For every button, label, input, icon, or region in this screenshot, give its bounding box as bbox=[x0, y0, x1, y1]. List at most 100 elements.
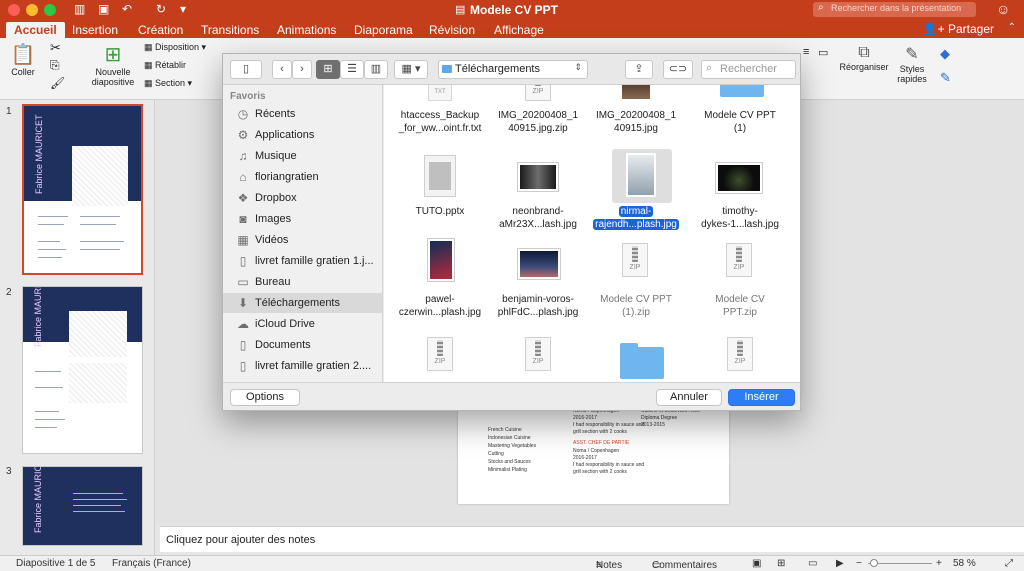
slide-page-preview[interactable]: French Cuisine Indonesian Cuisine Master… bbox=[458, 405, 729, 504]
dialog-search-input[interactable]: ⌕ Rechercher bbox=[701, 60, 796, 79]
arrange-button[interactable]: ⧉ Réorganiser bbox=[838, 44, 890, 72]
format-painter-icon[interactable]: 🖌 bbox=[50, 76, 65, 90]
slideshow-icon[interactable]: ▶ bbox=[836, 558, 844, 569]
file-item[interactable]: benjamin-voros- phlFdC...plash.jpg bbox=[488, 237, 588, 318]
share-icon: ⇪ bbox=[634, 63, 644, 75]
file-item[interactable]: ZIP Modele CV PPT.zip bbox=[690, 237, 790, 318]
slide-sorter-icon[interactable]: ⊞ bbox=[777, 558, 785, 569]
zoom-window-button[interactable] bbox=[44, 4, 56, 16]
file-item[interactable] bbox=[586, 335, 686, 381]
download-icon: ⬇ bbox=[237, 296, 249, 310]
column-view-button[interactable]: ▥ bbox=[364, 60, 388, 79]
tab-insertion[interactable]: Insertion bbox=[64, 22, 126, 38]
normal-view-icon[interactable]: ▣ bbox=[752, 558, 761, 569]
zip-file-icon: ZIP bbox=[525, 85, 551, 101]
sidebar-item-music[interactable]: ♫ Musique bbox=[223, 146, 382, 166]
options-button[interactable]: Options bbox=[230, 389, 300, 406]
reading-view-icon[interactable]: ▭ bbox=[808, 558, 817, 569]
sidebar-item-documents[interactable]: ▯ Documents bbox=[223, 335, 382, 355]
sidebar-item-images[interactable]: ◙ Images bbox=[223, 209, 382, 229]
sidebar-item-applications[interactable]: ⚙ Applications bbox=[223, 125, 382, 145]
collapse-ribbon-icon[interactable]: ⌃ bbox=[1008, 22, 1016, 33]
file-item[interactable]: IMG_20200408_1 40915.jpg bbox=[586, 85, 686, 135]
group-by-button[interactable]: ▦ ▾ bbox=[394, 60, 428, 79]
back-button[interactable]: ‹ bbox=[272, 60, 292, 79]
file-item[interactable]: Modele CV PPT (1) bbox=[690, 85, 790, 135]
insert-button[interactable]: Insérer bbox=[728, 389, 795, 406]
share-button[interactable]: 👤+ Partager bbox=[923, 22, 994, 36]
reset-button[interactable]: ▦ Rétablir bbox=[144, 60, 186, 71]
new-slide-button[interactable]: ⊞ Nouvelle diapositive bbox=[88, 42, 138, 87]
forward-button[interactable]: › bbox=[292, 60, 312, 79]
file-item[interactable]: neonbrand- aMr23X...lash.jpg bbox=[488, 149, 588, 230]
zip-badge: ZIP bbox=[733, 264, 745, 271]
sidebar-toggle-button[interactable]: ▯ bbox=[230, 60, 262, 79]
sidebar-item-dropbox[interactable]: ❖ Dropbox bbox=[223, 188, 382, 208]
list-view-button[interactable]: ☰ bbox=[340, 60, 364, 79]
text-box-icon[interactable]: ▭ bbox=[818, 46, 828, 59]
tab-accueil[interactable]: Accueil bbox=[6, 22, 65, 38]
tab-affichage[interactable]: Affichage bbox=[486, 22, 552, 38]
paste-button[interactable]: 📋 Coller bbox=[6, 42, 40, 77]
slide-thumbnail-2[interactable]: Fabrice MAURICET bbox=[22, 286, 143, 454]
cut-icon[interactable]: ✂ bbox=[50, 40, 61, 56]
close-window-button[interactable] bbox=[8, 4, 20, 16]
presentation-search-input[interactable]: ⌕ Rechercher dans la présentation bbox=[813, 2, 976, 17]
redo-icon[interactable]: ↻ bbox=[156, 2, 166, 16]
align-icon[interactable]: ≡ bbox=[803, 46, 809, 58]
fit-to-window-icon[interactable]: ⤢ bbox=[1005, 558, 1013, 569]
file-item[interactable]: TUTO.pptx bbox=[390, 149, 490, 229]
feedback-smiley-icon[interactable]: ☺ bbox=[996, 1, 1010, 17]
copy-icon[interactable]: ⎘ bbox=[50, 58, 60, 73]
tab-diaporama[interactable]: Diaporama bbox=[346, 22, 421, 38]
slide-thumbnail-3[interactable]: Fabrice MAURICET bbox=[22, 466, 143, 546]
tab-revision[interactable]: Révision bbox=[421, 22, 483, 38]
tab-animations[interactable]: Animations bbox=[269, 22, 344, 38]
tab-creation[interactable]: Création bbox=[130, 22, 191, 38]
sidebar-item-livret-1[interactable]: ▯ livret famille gratien 1.j... bbox=[223, 251, 382, 271]
zoom-slider-thumb[interactable] bbox=[870, 559, 878, 567]
sidebar-toggle-icon[interactable]: ▥ bbox=[74, 2, 85, 16]
notes-pane[interactable]: Cliquez pour ajouter des notes bbox=[160, 526, 1024, 552]
language-indicator[interactable]: Français (France) bbox=[112, 558, 191, 569]
file-item[interactable]: TXT htaccess_Backup _for_ww...oint.fr.tx… bbox=[390, 85, 490, 135]
file-item[interactable]: ZIP bbox=[390, 335, 490, 381]
tags-button[interactable]: ⊂⊃ bbox=[663, 60, 693, 79]
file-item[interactable]: ZIP bbox=[690, 335, 790, 381]
slide-thumbnail-1[interactable]: Fabrice MAURICET bbox=[22, 104, 143, 275]
section-button[interactable]: ▦ Section ▾ bbox=[144, 78, 192, 89]
location-dropdown[interactable]: Téléchargements ⇕ bbox=[438, 60, 588, 79]
tab-transitions[interactable]: Transitions bbox=[193, 22, 267, 38]
share-button[interactable]: ⇪ bbox=[625, 60, 653, 79]
file-item[interactable]: timothy- dykes-1...lash.jpg bbox=[690, 149, 790, 230]
sidebar-item-icloud[interactable]: ☁ iCloud Drive bbox=[223, 314, 382, 334]
text-line bbox=[73, 493, 123, 494]
shape-fill-icon[interactable]: ◆ bbox=[940, 46, 950, 62]
document-icon: ▯ bbox=[239, 338, 247, 352]
folder-icon bbox=[442, 65, 452, 73]
quick-styles-button[interactable]: ✎ Styles rapides bbox=[892, 44, 932, 84]
shape-outline-icon[interactable]: ✎ bbox=[940, 70, 951, 86]
file-item-selected[interactable]: nirmal- rajendh...plash.jpg bbox=[586, 149, 686, 230]
icon-view-button[interactable]: ⊞ bbox=[316, 60, 340, 79]
file-item[interactable]: ZIP bbox=[488, 335, 588, 381]
film-icon: ▦ bbox=[237, 233, 249, 247]
minimize-window-button[interactable] bbox=[26, 4, 38, 16]
zoom-out-icon[interactable]: − bbox=[856, 558, 862, 569]
undo-icon[interactable]: ↶ bbox=[122, 2, 132, 16]
sidebar-item-label: Téléchargements bbox=[255, 297, 340, 309]
sidebar-item-videos[interactable]: ▦ Vidéos bbox=[223, 230, 382, 250]
layout-button[interactable]: ▦ Disposition ▾ bbox=[144, 42, 206, 53]
sidebar-item-home[interactable]: ⌂ floriangratien bbox=[223, 167, 382, 187]
file-item[interactable]: ZIP IMG_20200408_1 40915.jpg.zip bbox=[488, 85, 588, 135]
cancel-button[interactable]: Annuler bbox=[656, 389, 722, 406]
save-icon[interactable]: ▣ bbox=[98, 2, 109, 16]
zoom-in-icon[interactable]: + bbox=[936, 558, 942, 569]
sidebar-item-desktop[interactable]: ▭ Bureau bbox=[223, 272, 382, 292]
file-item[interactable]: ZIP Modele CV PPT (1).zip bbox=[586, 237, 686, 318]
sidebar-item-livret-2[interactable]: ▯ livret famille gratien 2.... bbox=[223, 356, 382, 376]
sidebar-item-recents[interactable]: ◷ Récents bbox=[223, 104, 382, 124]
more-chevron-icon[interactable]: ▾ bbox=[180, 2, 186, 16]
file-item[interactable]: pawel- czerwin...plash.jpg bbox=[390, 237, 490, 318]
sidebar-item-downloads[interactable]: ⬇ Téléchargements bbox=[223, 293, 382, 313]
